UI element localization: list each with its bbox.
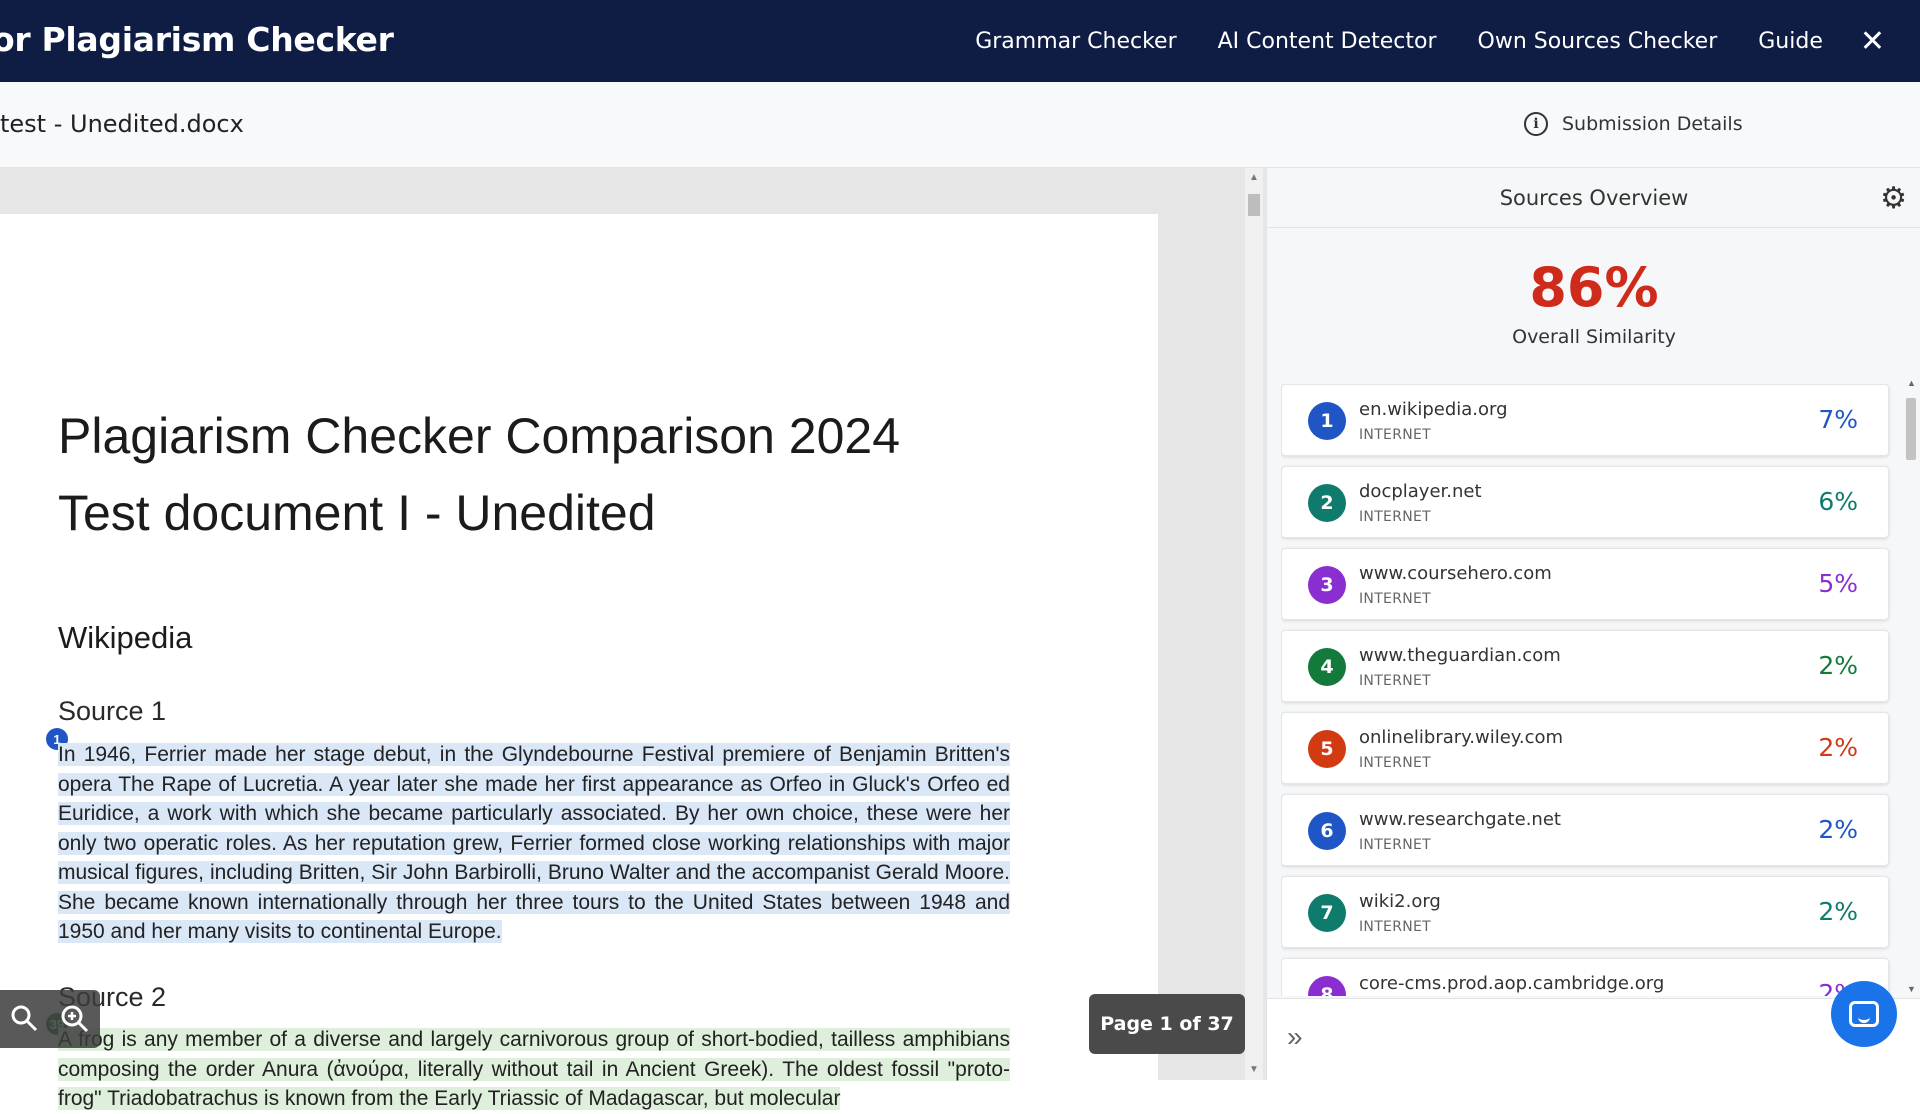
page-indicator: Page 1 of 37 xyxy=(1089,994,1245,1054)
source-card[interactable]: 2 docplayer.net INTERNET 6% xyxy=(1281,466,1889,538)
source-percent: 7% xyxy=(1818,405,1858,434)
source-type: INTERNET xyxy=(1359,755,1431,771)
scrollbar-thumb[interactable] xyxy=(1906,398,1916,460)
document-page: Plagiarism Checker Comparison 2024 Test … xyxy=(0,214,1158,1114)
source-card[interactable]: 1 en.wikipedia.org INTERNET 7% xyxy=(1281,384,1889,456)
scroll-up-icon[interactable]: ▲ xyxy=(1249,172,1259,183)
scroll-down-icon[interactable]: ▼ xyxy=(1249,1064,1259,1075)
source-type: INTERNET xyxy=(1359,427,1431,443)
source-number-badge: 5 xyxy=(1308,730,1346,768)
source-type: INTERNET xyxy=(1359,591,1431,607)
source-number-badge: 1 xyxy=(1308,402,1346,440)
source-domain: en.wikipedia.org xyxy=(1359,399,1508,420)
source-type: INTERNET xyxy=(1359,673,1431,689)
highlighted-match-text: A frog is any member of a diverse and la… xyxy=(58,1028,1010,1110)
title-line-2: Test document I - Unedited xyxy=(58,485,656,541)
nav-guide[interactable]: Guide xyxy=(1758,29,1823,54)
gear-icon[interactable]: ⚙ xyxy=(1880,181,1907,216)
source-number-badge: 4 xyxy=(1308,648,1346,686)
section-heading: Wikipedia xyxy=(58,620,193,655)
source-domain: onlinelibrary.wiley.com xyxy=(1359,727,1564,748)
source-percent: 6% xyxy=(1818,487,1858,516)
sources-panel: Sources Overview ⚙ 86% Overall Similarit… xyxy=(1266,168,1920,1080)
source-card[interactable]: 5 onlinelibrary.wiley.com INTERNET 2% xyxy=(1281,712,1889,784)
zoom-in-icon[interactable] xyxy=(50,990,100,1048)
source-domain: www.theguardian.com xyxy=(1359,645,1561,666)
file-name: test - Unedited.docx xyxy=(0,110,244,138)
source-number-badge: 3 xyxy=(1308,566,1346,604)
source-percent: 2% xyxy=(1818,815,1858,844)
double-chevron-right-icon[interactable]: » xyxy=(1287,1021,1303,1053)
source-domain: core-cms.prod.aop.cambridge.org xyxy=(1359,973,1665,994)
submission-details-button[interactable]: i Submission Details xyxy=(1524,112,1743,136)
zoom-out-icon[interactable] xyxy=(0,990,50,1048)
source-card[interactable]: 3 www.coursehero.com INTERNET 5% xyxy=(1281,548,1889,620)
overall-similarity-label: Overall Similarity xyxy=(1512,326,1676,348)
document-viewer[interactable]: Plagiarism Checker Comparison 2024 Test … xyxy=(0,168,1266,1114)
nav-menu: Grammar Checker AI Content Detector Own … xyxy=(975,0,1920,82)
chat-icon[interactable] xyxy=(1831,981,1897,1047)
source-card[interactable]: 8core-cms.prod.aop.cambridge.orgINTERNET… xyxy=(1281,958,1889,996)
source-percent: 2% xyxy=(1818,733,1858,762)
source-percent: 2% xyxy=(1818,897,1858,926)
source-type: INTERNET xyxy=(1359,837,1431,853)
scroll-up-icon[interactable]: ▲ xyxy=(1907,378,1916,388)
source-2-paragraph[interactable]: A frog is any member of a diverse and la… xyxy=(58,1025,1010,1114)
viewer-scrollbar[interactable]: ▲ ▼ xyxy=(1245,168,1263,1080)
overall-similarity-percent: 86% xyxy=(1529,256,1659,319)
source-card[interactable]: 7 wiki2.org INTERNET 2% xyxy=(1281,876,1889,948)
source-percent: 2% xyxy=(1818,651,1858,680)
document-header: test - Unedited.docx i Submission Detail… xyxy=(0,82,1920,168)
source-card[interactable]: 4 www.theguardian.com INTERNET 2% xyxy=(1281,630,1889,702)
source-percent: 5% xyxy=(1818,569,1858,598)
source-domain: www.researchgate.net xyxy=(1359,809,1561,830)
sources-list[interactable]: 1 en.wikipedia.org INTERNET 7% 2 docplayer.ne… xyxy=(1281,384,1893,996)
close-icon[interactable]: ✕ xyxy=(1860,24,1885,59)
source-type: INTERNET xyxy=(1359,919,1431,935)
sources-panel-footer: » xyxy=(1267,981,1920,1080)
zoom-controls xyxy=(0,990,100,1048)
scroll-down-icon[interactable]: ▼ xyxy=(1907,984,1916,994)
source-number-badge: 6 xyxy=(1308,812,1346,850)
nav-own-sources-checker[interactable]: Own Sources Checker xyxy=(1478,29,1718,54)
nav-ai-content-detector[interactable]: AI Content Detector xyxy=(1218,29,1437,54)
source-domain: wiki2.org xyxy=(1359,891,1441,912)
document-title: Plagiarism Checker Comparison 2024 Test … xyxy=(58,398,900,552)
source-domain: www.coursehero.com xyxy=(1359,563,1552,584)
sources-panel-header: Sources Overview ⚙ xyxy=(1267,168,1920,228)
info-icon: i xyxy=(1524,112,1548,136)
source-1-paragraph[interactable]: In 1946, Ferrier made her stage debut, i… xyxy=(58,740,1010,947)
scrollbar-thumb[interactable] xyxy=(1248,194,1260,216)
source-1-heading: Source 1 xyxy=(58,696,167,726)
source-card[interactable]: 6 www.researchgate.net INTERNET 2% xyxy=(1281,794,1889,866)
source-number-badge: 8 xyxy=(1308,976,1346,996)
nav-grammar-checker[interactable]: Grammar Checker xyxy=(975,29,1176,54)
source-number-badge: 2 xyxy=(1308,484,1346,522)
submission-details-label: Submission Details xyxy=(1562,113,1743,135)
sources-overview-title: Sources Overview xyxy=(1499,186,1689,210)
top-nav-bar: or Plagiarism Checker Grammar Checker AI… xyxy=(0,0,1920,82)
highlighted-match-text: In 1946, Ferrier made her stage debut, i… xyxy=(58,743,1010,943)
source-type: INTERNET xyxy=(1359,509,1431,525)
source-number-badge: 7 xyxy=(1308,894,1346,932)
source-domain: docplayer.net xyxy=(1359,481,1482,502)
title-line-1: Plagiarism Checker Comparison 2024 xyxy=(58,408,901,464)
brand-title[interactable]: or Plagiarism Checker xyxy=(0,20,394,59)
sources-scrollbar[interactable]: ▲ ▼ xyxy=(1903,378,1919,998)
